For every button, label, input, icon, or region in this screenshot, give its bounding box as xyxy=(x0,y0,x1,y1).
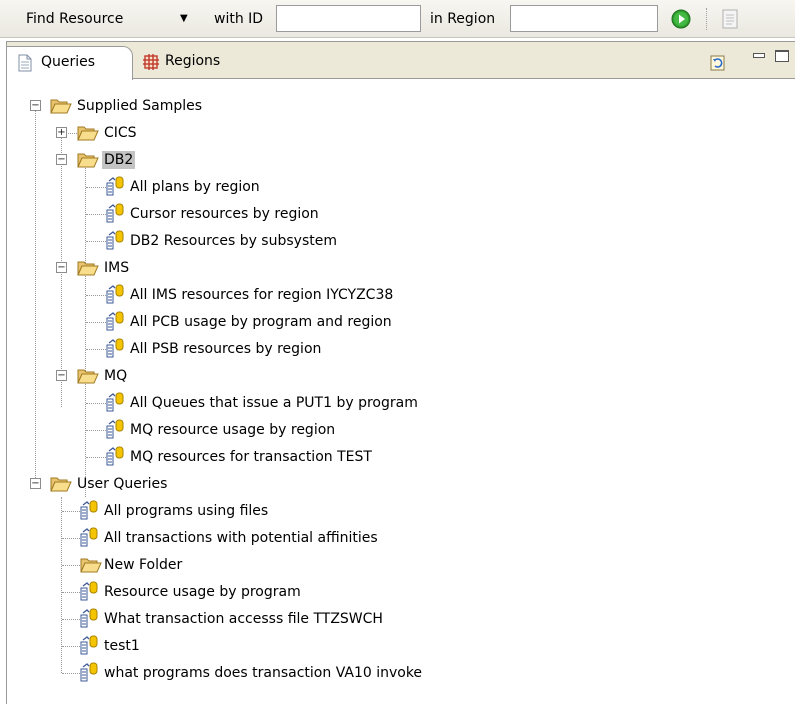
tree-item-query[interactable]: All PCB usage by program and region xyxy=(7,310,467,334)
tree-item-label: All PSB resources by region xyxy=(130,341,322,357)
tab-queries-label: Queries xyxy=(41,54,96,70)
toolbar-separator xyxy=(706,8,708,30)
open-folder-icon xyxy=(77,126,99,141)
queries-view: Queries Regions − Supplied Samples + CIC… xyxy=(6,41,795,704)
tree-item-label: What transaction accesss file TTZSWCH xyxy=(104,611,383,627)
tree-item-query[interactable]: MQ resources for transaction TEST xyxy=(7,445,487,469)
view-tab-bar: Queries Regions xyxy=(7,42,795,80)
tree-item-query[interactable]: Resource usage by program xyxy=(7,580,487,604)
query-tree: − Supplied Samples + CICS − DB2 All plan… xyxy=(7,79,795,704)
maximize-icon[interactable] xyxy=(775,50,789,62)
with-id-label: with ID xyxy=(214,11,264,27)
tree-item-label: All transactions with potential affiniti… xyxy=(104,530,378,546)
tree-node-label: CICS xyxy=(104,125,137,141)
document-icon[interactable] xyxy=(720,8,740,30)
tree-item-query[interactable]: All programs using files xyxy=(7,499,487,523)
tree-item-query[interactable]: DB2 Resources by subsystem xyxy=(7,229,427,253)
tree-item-label: All programs using files xyxy=(104,503,269,519)
tree-item-label: Cursor resources by region xyxy=(130,206,319,222)
region-input[interactable] xyxy=(510,5,658,32)
query-icon xyxy=(80,635,98,655)
tree-item-query[interactable]: All IMS resources for region IYCYZC38 xyxy=(7,283,467,307)
open-folder-icon xyxy=(50,477,72,492)
tree-item-label: MQ resources for transaction TEST xyxy=(130,449,372,465)
id-input[interactable] xyxy=(276,5,421,32)
tree-item-query[interactable]: What transaction accesss file TTZSWCH xyxy=(7,607,487,631)
tree-item-query[interactable]: test1 xyxy=(7,634,487,658)
tree-node-ims[interactable]: − IMS xyxy=(7,256,307,280)
tree-item-query[interactable]: All plans by region xyxy=(7,175,427,199)
collapse-icon[interactable]: − xyxy=(56,262,67,273)
query-icon xyxy=(106,446,124,466)
tree-item-label: New Folder xyxy=(104,557,183,573)
tree-node-user-queries[interactable]: − User Queries xyxy=(7,472,307,496)
open-folder-icon xyxy=(50,99,72,114)
query-icon xyxy=(80,581,98,601)
tree-item-query[interactable]: what programs does transaction VA10 invo… xyxy=(7,661,487,685)
query-icon xyxy=(80,527,98,547)
tree-item-label: All plans by region xyxy=(130,179,260,195)
grid-icon xyxy=(143,54,159,70)
tree-item-query[interactable]: Cursor resources by region xyxy=(7,202,427,226)
tree-item-label: what programs does transaction VA10 invo… xyxy=(104,665,423,681)
open-folder-icon xyxy=(77,261,99,276)
tab-regions-label: Regions xyxy=(165,53,221,69)
tree-item-label: All Queues that issue a PUT1 by program xyxy=(130,395,418,411)
collapse-icon[interactable]: − xyxy=(56,154,67,165)
tree-node-label: DB2 xyxy=(102,151,136,169)
query-icon xyxy=(106,230,124,250)
collapse-icon[interactable]: − xyxy=(56,370,67,381)
tree-item-label: test1 xyxy=(104,638,140,654)
open-folder-icon xyxy=(80,558,102,573)
run-icon[interactable] xyxy=(671,9,691,29)
tree-item-label: All IMS resources for region IYCYZC38 xyxy=(130,287,394,303)
toolbar: Find Resource ▼ with ID in Region xyxy=(0,0,795,38)
tree-node-label: IMS xyxy=(104,260,130,276)
query-icon xyxy=(106,203,124,223)
open-folder-icon xyxy=(77,153,99,168)
tree-item-label: DB2 Resources by subsystem xyxy=(130,233,337,249)
refresh-icon[interactable] xyxy=(709,54,727,72)
tree-item-folder[interactable]: New Folder xyxy=(7,553,487,577)
tree-node-mq[interactable]: − MQ xyxy=(7,364,307,388)
query-icon xyxy=(106,284,124,304)
minimize-icon[interactable] xyxy=(753,53,765,58)
query-icon xyxy=(106,392,124,412)
query-icon xyxy=(106,419,124,439)
collapse-icon[interactable]: − xyxy=(30,100,41,111)
tree-item-query[interactable]: All Queues that issue a PUT1 by program xyxy=(7,391,487,415)
query-icon xyxy=(80,500,98,520)
tree-node-label: Supplied Samples xyxy=(77,98,203,114)
query-icon xyxy=(106,176,124,196)
tree-item-query[interactable]: MQ resource usage by region xyxy=(7,418,487,442)
open-folder-icon xyxy=(77,369,99,384)
tree-item-label: MQ resource usage by region xyxy=(130,422,336,438)
tree-node-supplied-samples[interactable]: − Supplied Samples xyxy=(7,94,307,118)
tab-regions[interactable]: Regions xyxy=(131,46,239,79)
tree-item-label: All PCB usage by program and region xyxy=(130,314,392,330)
tree-node-label: MQ xyxy=(104,368,128,384)
query-icon xyxy=(80,608,98,628)
chevron-down-icon: ▼ xyxy=(180,13,188,24)
tree-item-query[interactable]: All PSB resources by region xyxy=(7,337,467,361)
in-region-label: in Region xyxy=(430,11,496,27)
tree-node-db2[interactable]: − DB2 xyxy=(7,148,307,172)
tab-queries[interactable]: Queries xyxy=(7,46,133,80)
query-icon xyxy=(80,662,98,682)
query-icon xyxy=(106,338,124,358)
expand-icon[interactable]: + xyxy=(56,127,67,138)
tree-item-label: Resource usage by program xyxy=(104,584,301,600)
find-type-select[interactable]: Find Resource ▼ xyxy=(26,7,198,31)
document-icon xyxy=(18,54,32,72)
collapse-icon[interactable]: − xyxy=(30,478,41,489)
query-icon xyxy=(106,311,124,331)
find-type-select-value: Find Resource xyxy=(26,11,124,27)
tree-node-label: User Queries xyxy=(77,476,168,492)
tree-node-cics[interactable]: + CICS xyxy=(7,121,307,145)
tree-item-query[interactable]: All transactions with potential affiniti… xyxy=(7,526,487,550)
